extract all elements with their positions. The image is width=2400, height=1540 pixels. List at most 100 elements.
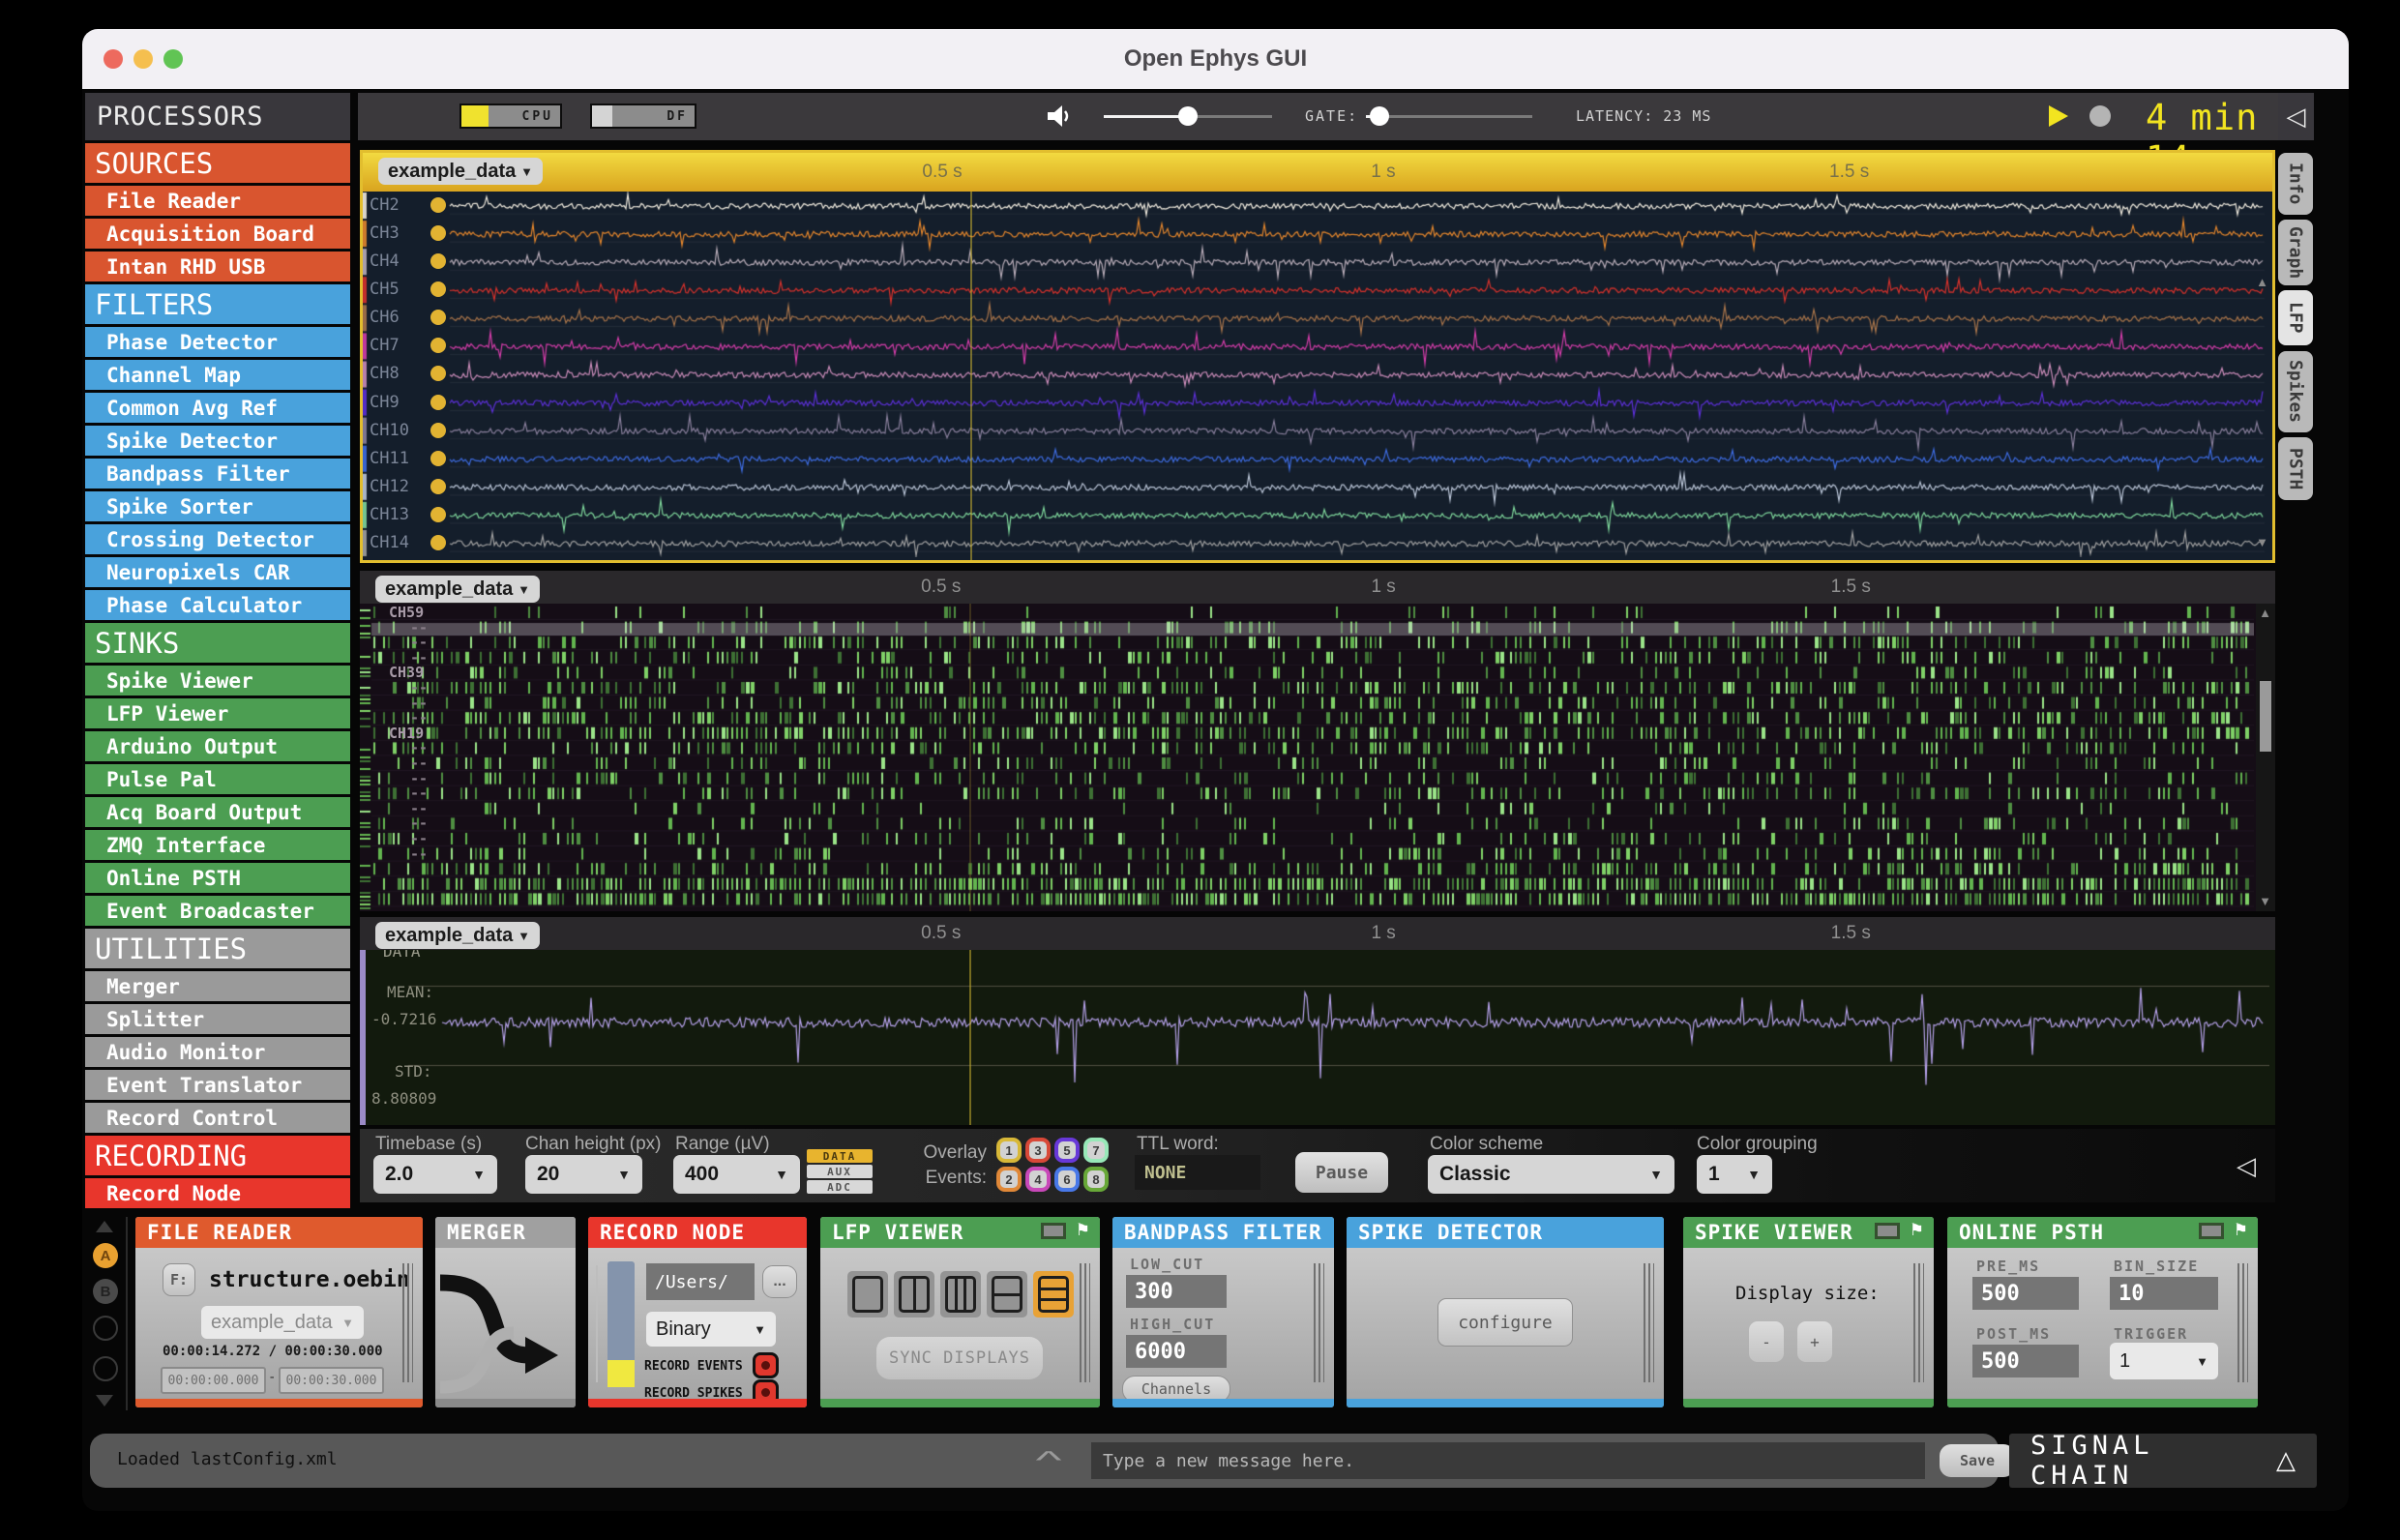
open-window-icon[interactable] [2198, 1223, 2224, 1239]
event-button-2[interactable]: 2 [996, 1167, 1022, 1192]
processor-item[interactable]: Acq Board Output [85, 797, 350, 827]
processor-item[interactable]: Event Translator [85, 1070, 350, 1100]
scroll-up-icon[interactable]: ▲ [2259, 607, 2271, 619]
stream-button-adc[interactable]: ADC [807, 1180, 873, 1194]
processor-item[interactable]: ZMQ Interface [85, 830, 350, 860]
processor-item[interactable]: Arduino Output [85, 731, 350, 761]
stream-button-data[interactable]: DATA [807, 1149, 873, 1163]
channel-label[interactable]: CH13 [370, 505, 409, 524]
layout-three-rows-button[interactable] [1033, 1271, 1074, 1318]
module-spike-viewer[interactable]: SPIKE VIEWER ⚑ Display size: - + [1683, 1217, 1934, 1407]
channel-label[interactable]: CH12 [370, 477, 409, 496]
record-engine-dropdown[interactable]: Binary ▼ [646, 1312, 776, 1347]
channel-label[interactable]: CH3 [370, 223, 400, 243]
message-input[interactable] [1091, 1442, 1925, 1479]
processor-item[interactable]: File Reader [85, 186, 350, 216]
event-button-8[interactable]: 8 [1083, 1167, 1109, 1192]
event-button-4[interactable]: 4 [1025, 1167, 1051, 1192]
trace-source-dropdown[interactable]: example_data ▼ [375, 922, 540, 949]
high-cut-field[interactable]: 6000 [1126, 1335, 1227, 1368]
channel-enable-dot[interactable] [430, 506, 446, 522]
pin-tab-icon[interactable]: ⚑ [1910, 1223, 1924, 1239]
bin-size-field[interactable]: 10 [2110, 1277, 2218, 1310]
lfp-traces-canvas[interactable] [363, 192, 2272, 557]
browse-button[interactable]: ... [762, 1265, 797, 1298]
layout-two-cols-button[interactable] [894, 1271, 934, 1318]
channel-label[interactable]: CH9 [370, 393, 400, 412]
gate-slider-thumb[interactable] [1369, 106, 1389, 126]
io-button-b[interactable]: B [93, 1279, 118, 1304]
tab-graph[interactable]: Graph [2278, 220, 2313, 285]
processor-item[interactable]: Channel Map [85, 360, 350, 390]
drag-handle[interactable] [402, 1263, 413, 1382]
processor-item[interactable]: Audio Monitor [85, 1037, 350, 1067]
channel-enable-dot[interactable] [430, 310, 446, 326]
display-size-plus-button[interactable]: + [1797, 1321, 1832, 1362]
collapse-controls-button[interactable]: ◁ [2237, 1152, 2256, 1181]
raster-scrollbar[interactable]: ▲ ▼ [2256, 604, 2275, 911]
channel-enable-dot[interactable] [430, 450, 446, 466]
channel-enable-dot[interactable] [430, 534, 446, 550]
processor-item[interactable]: Phase Detector [85, 327, 350, 357]
channel-label[interactable]: CH2 [370, 195, 400, 215]
drag-handle[interactable] [2237, 1263, 2248, 1382]
channel-label[interactable]: CH10 [370, 421, 409, 440]
gate-slider[interactable] [1366, 106, 1532, 126]
channel-enable-dot[interactable] [430, 281, 446, 298]
file-select-button[interactable]: F: [163, 1263, 195, 1296]
lfp-display[interactable]: CH2 CH3 CH4 CH5 CH6 CH7 CH8 CH9 CH10 CH11 CH12 CH13… [363, 192, 2272, 560]
play-button[interactable] [2049, 105, 2068, 127]
processor-item[interactable]: Pulse Pal [85, 764, 350, 794]
channel-enable-dot[interactable] [430, 478, 446, 494]
io-button-a[interactable]: A [93, 1243, 118, 1268]
record-button[interactable] [2089, 105, 2111, 127]
channel-label[interactable]: CH6 [370, 308, 400, 327]
processor-item[interactable]: Spike Sorter [85, 491, 350, 521]
processor-item[interactable]: Record Node [85, 1178, 350, 1208]
volume-slider[interactable] [1104, 106, 1272, 126]
processor-item[interactable]: Acquisition Board [85, 219, 350, 249]
layout-three-cols-button[interactable] [940, 1271, 981, 1318]
signal-chain-toggle[interactable]: SIGNAL CHAIN △ [2009, 1431, 2317, 1491]
scroll-down-icon[interactable]: ▼ [2259, 895, 2271, 907]
collapse-panel-button[interactable]: ◁ [2278, 93, 2314, 140]
configure-button[interactable]: configure [1437, 1298, 1573, 1347]
event-button-7[interactable]: 7 [1083, 1138, 1109, 1163]
io-button-empty-2[interactable] [93, 1356, 118, 1381]
module-record-node[interactable]: RECORD NODE /Users/ ... Binary ▼ RECORD E… [588, 1217, 807, 1407]
color-grouping-dropdown[interactable]: 1 ▼ [1697, 1155, 1772, 1194]
trigger-dropdown[interactable]: 1 ▼ [2110, 1343, 2218, 1379]
display-size-minus-button[interactable]: - [1749, 1321, 1784, 1362]
layout-two-rows-button[interactable] [987, 1271, 1027, 1318]
raster-display[interactable]: CH59 -- -- -- CH39 -- -- -- CH19 -- -- -- -- -- -- -- --… [360, 604, 2275, 911]
post-ms-field[interactable]: 500 [1972, 1345, 2079, 1377]
drag-handle[interactable] [1644, 1263, 1654, 1382]
sync-displays-button[interactable]: SYNC DISPLAYS [876, 1337, 1043, 1379]
channel-label[interactable]: CH5 [370, 280, 400, 299]
processor-item[interactable]: Event Broadcaster [85, 896, 350, 926]
event-button-1[interactable]: 1 [996, 1138, 1022, 1163]
processor-item[interactable]: Spike Viewer [85, 666, 350, 696]
chan-height-dropdown[interactable]: 20 ▼ [525, 1155, 642, 1194]
color-scheme-dropdown[interactable]: Classic ▼ [1428, 1155, 1674, 1194]
end-time-field[interactable]: 00:00:30.000 [279, 1367, 384, 1394]
volume-slider-thumb[interactable] [1178, 106, 1198, 126]
start-time-field[interactable]: 00:00:00.000 [161, 1367, 266, 1394]
chain-down-icon[interactable] [96, 1395, 113, 1407]
channel-enable-dot[interactable] [430, 394, 446, 410]
channel-enable-dot[interactable] [430, 422, 446, 438]
trace-display[interactable]: DATA MEAN: -0.7216 STD: 8.80809 [360, 950, 2275, 1125]
channel-label[interactable]: CH7 [370, 336, 400, 355]
scroll-up-icon[interactable]: ▲ [2256, 276, 2268, 288]
save-message-button[interactable]: Save [1940, 1444, 2015, 1477]
channel-label[interactable]: CH11 [370, 449, 409, 468]
scroll-down-icon[interactable]: ▼ [2256, 536, 2268, 548]
processor-item[interactable]: Phase Calculator [85, 590, 350, 620]
record-path-field[interactable]: /Users/ [646, 1263, 755, 1300]
processor-item[interactable]: Crossing Detector [85, 524, 350, 554]
module-file-reader[interactable]: FILE READER F: structure.oebin example_d… [135, 1217, 423, 1407]
stream-button-aux[interactable]: AUX [807, 1165, 873, 1178]
lfp-source-dropdown[interactable]: example_data ▼ [378, 158, 543, 185]
pause-button[interactable]: Pause [1295, 1152, 1388, 1193]
drag-handle[interactable] [1913, 1263, 1924, 1382]
